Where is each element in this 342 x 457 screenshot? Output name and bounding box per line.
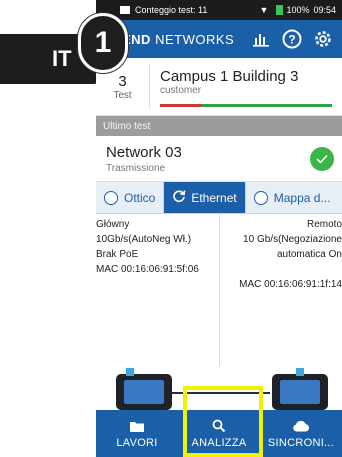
tab-optical-label: Ottico	[124, 190, 156, 205]
main-tester-device	[116, 368, 172, 410]
nav-jobs-label: LAVORI	[116, 437, 158, 449]
remote-unit-heading: Remoto	[306, 219, 342, 230]
status-bar: Conteggio test: 11 ▼ 100% 09:54	[96, 0, 342, 20]
cloud-icon	[292, 418, 310, 434]
last-test-type: Trasmissione	[106, 162, 166, 174]
last-test-header: Ultimo test	[96, 116, 342, 136]
main-unit-mac: MAC 00:16:06:91:5f:06	[96, 264, 199, 275]
svg-text:?: ?	[288, 33, 295, 47]
result-tabs: Ottico Ethernet Mappa d...	[96, 182, 342, 214]
brand-rest: NETWORKS	[155, 31, 235, 47]
job-count-label: Test	[113, 89, 132, 101]
map-radio-icon	[253, 190, 268, 205]
last-test-info: Network 03 Trasmissione	[106, 144, 310, 174]
job-summary[interactable]: 3 Test Campus 1 Building 3 customer	[96, 58, 342, 116]
main-unit-poe: Brak PoE	[96, 249, 139, 260]
fail-progress-bar	[160, 104, 202, 107]
step-number-badge: 1	[78, 13, 128, 73]
device-illustration	[96, 366, 342, 410]
notification-icon	[120, 6, 130, 14]
clock: 09:54	[313, 5, 336, 15]
battery-level: 100%	[286, 5, 310, 15]
notification-text: Conteggio test: 11	[135, 5, 208, 15]
tab-map-label: Mappa d...	[273, 190, 331, 205]
settings-gear-icon[interactable]	[312, 28, 334, 50]
last-test-name: Network 03	[106, 143, 182, 161]
phone-screen: Conteggio test: 11 ▼ 100% 09:54 END NETW…	[96, 0, 342, 457]
nav-analyze[interactable]: ANALIZZA	[178, 410, 260, 457]
ethernet-results: Główny 10Gb/s(AutoNeg Wł.) Brak PoE MAC …	[96, 214, 342, 378]
tab-ethernet-label: Ethernet	[191, 190, 237, 205]
tab-ethernet[interactable]: Ethernet	[164, 182, 246, 213]
bottom-navigation: LAVORI ANALIZZA SINCRONI...	[96, 410, 342, 457]
nav-analyze-label: ANALIZZA	[191, 437, 247, 449]
nav-sync-label: SINCRONI...	[267, 437, 335, 449]
chart-icon[interactable]	[250, 28, 272, 50]
pass-check-icon	[310, 146, 334, 171]
brand-title: END NETWORKS	[122, 32, 241, 47]
last-test-row[interactable]: Network 03 Trasmissione	[96, 136, 342, 182]
job-title: Campus 1 Building 3	[160, 68, 299, 85]
nav-jobs[interactable]: LAVORI	[96, 410, 178, 457]
pass-progress-bar	[202, 104, 332, 107]
job-count-number: 3	[118, 72, 127, 90]
job-info: Campus 1 Building 3 customer	[150, 58, 342, 115]
battery-icon	[276, 5, 284, 15]
job-subtitle: customer	[160, 85, 202, 96]
main-tester-port	[126, 368, 134, 376]
main-unit-heading: Główny	[96, 219, 130, 230]
search-icon	[212, 418, 226, 434]
remote-tester-device	[272, 368, 328, 410]
nav-sync[interactable]: SINCRONI...	[260, 410, 342, 457]
step-number: 1	[94, 26, 112, 59]
folder-icon	[129, 418, 145, 434]
app-bar: END NETWORKS ?	[96, 20, 342, 58]
optical-radio-icon	[104, 190, 118, 205]
wifi-icon: ▼	[259, 5, 269, 15]
remote-unit-speed-line2: automatica On	[276, 249, 342, 260]
remote-tester-port	[296, 368, 304, 376]
last-test-header-label: Ultimo test	[103, 120, 151, 132]
remote-unit-mac: MAC 00:16:06:91:1f:14	[239, 279, 342, 290]
main-unit-column: Główny 10Gb/s(AutoNeg Wł.) Brak PoE MAC …	[96, 214, 220, 378]
remote-unit-column: Remoto 10 Gb/s(Negoziazione automatica O…	[220, 214, 342, 378]
remote-unit-speed-line1: 10 Gb/s(Negoziazione	[243, 234, 342, 245]
connection-cable	[170, 392, 270, 394]
tab-optical[interactable]: Ottico	[96, 182, 165, 213]
refresh-icon	[172, 189, 186, 206]
help-icon[interactable]: ?	[281, 28, 303, 50]
tab-map[interactable]: Mappa d...	[246, 182, 339, 213]
language-badge-label: IT	[52, 46, 72, 71]
main-unit-speed: 10Gb/s(AutoNeg Wł.)	[96, 234, 192, 245]
